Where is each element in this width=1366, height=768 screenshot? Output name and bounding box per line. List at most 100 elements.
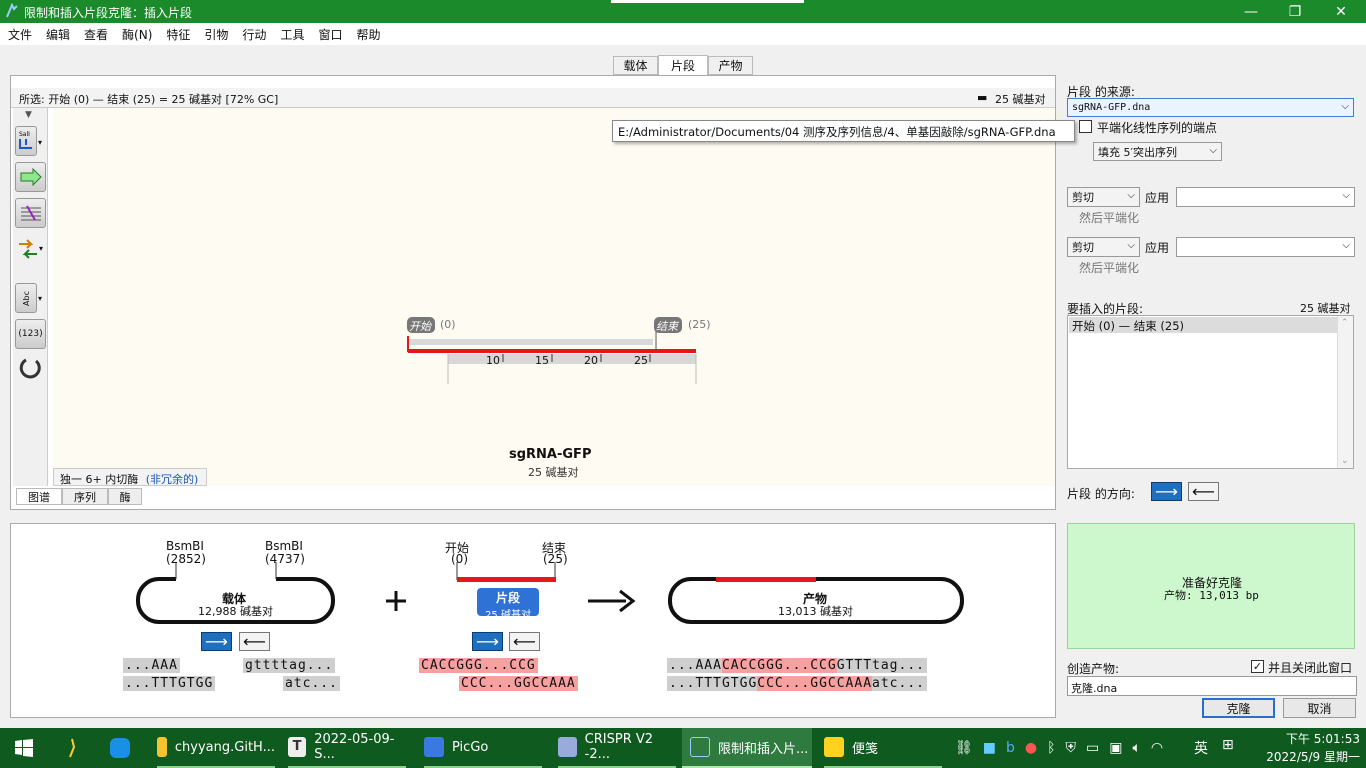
sequence-name: sgRNA-GFP — [509, 447, 592, 462]
enzyme-select-1[interactable]: ⌵ — [1176, 187, 1355, 207]
toolbar-collapse-icon[interactable]: ▼ — [25, 110, 32, 120]
taskbar-item-notes[interactable]: 便笺 — [824, 728, 942, 768]
tick-label: 25 — [634, 354, 648, 367]
menu-features[interactable]: 特征 — [160, 26, 196, 43]
security-icon[interactable]: ⛨ — [1066, 740, 1077, 756]
snapgene-icon — [690, 737, 710, 757]
enzyme-dropdown-icon[interactable]: ▾ — [38, 138, 42, 147]
list-item[interactable]: 开始 (0) — 结束 (25) — [1069, 317, 1337, 333]
ime-indicator[interactable]: 英 — [1194, 738, 1208, 758]
scroll-up-icon[interactable]: ⌃ — [1341, 318, 1349, 328]
length-icon: ▬ — [977, 91, 988, 104]
text-tool-button[interactable]: Abc — [15, 283, 37, 313]
volume-icon[interactable]: 🔈︎ — [1133, 740, 1141, 756]
battery-icon[interactable]: ▭ — [1086, 740, 1099, 756]
taskbar-item-cloning[interactable]: 限制和插入片... — [682, 728, 812, 768]
enzyme-tool-button[interactable]: SalI — [15, 126, 37, 156]
menu-file[interactable]: 文件 — [2, 26, 38, 43]
tick-label: 20 — [584, 354, 598, 367]
vector-seq-bottom-right: atc... — [283, 676, 340, 691]
cancel-button[interactable]: 取消 — [1283, 698, 1356, 718]
cut-select-2[interactable]: 剪切 ⌵ — [1067, 237, 1140, 257]
enzyme-set-selector[interactable]: 独一 6+ 内切酶 (非冗余的) — [53, 468, 207, 486]
browser-icon[interactable] — [110, 728, 138, 768]
feature-tool-button[interactable] — [15, 162, 46, 192]
map-canvas[interactable]: 开始 (0) 结束 (25) 10 15 20 25 sgRNA-GFP 25 … — [53, 108, 1055, 486]
forward-orientation-button[interactable]: ⟶ — [1151, 482, 1182, 501]
close-window-checkbox[interactable]: ✓ — [1251, 660, 1264, 673]
link-icon[interactable]: ⛓ — [955, 740, 973, 756]
primer-dropdown-icon[interactable]: ▾ — [39, 244, 43, 253]
vector-site2-pos: (4737) — [265, 552, 305, 566]
pinned-app-icon[interactable] — [62, 728, 82, 768]
feature-arrow-icon — [20, 168, 42, 186]
menu-actions[interactable]: 行动 — [236, 26, 272, 43]
start-button[interactable] — [15, 728, 33, 768]
fragment-seq-top: CACCGGG...CCG — [419, 658, 538, 673]
menu-bar: 文件 编辑 查看 酶(N) 特征 引物 行动 工具 窗口 帮助 — [0, 23, 1366, 45]
maximize-button[interactable]: ❐ — [1272, 0, 1318, 23]
list-scrollbar[interactable]: ⌃ ⌄ — [1337, 316, 1353, 468]
then-blunt-label-2: 然后平端化 — [1079, 261, 1140, 275]
cut-select-1[interactable]: 剪切 ⌵ — [1067, 187, 1140, 207]
fill-overhang-select[interactable]: 填充 5′突出序列 ⌵ — [1093, 142, 1222, 161]
tab-map[interactable]: 图谱 — [16, 488, 62, 505]
cloning-diagram: BsmBI (2852) BsmBI (4737) 载体 12,988 碱基对 … — [10, 523, 1056, 718]
display-icon[interactable]: ▣ — [1109, 740, 1122, 756]
fragment-forward-button[interactable]: ⟶ — [472, 632, 503, 651]
orf-lines-icon — [20, 205, 41, 221]
primer-tool-button[interactable] — [17, 238, 39, 263]
taskbar-item-typora[interactable]: T 2022-05-09-S... — [288, 728, 406, 768]
menu-enzymes[interactable]: 酶(N) — [116, 26, 158, 43]
tray-app-icon[interactable]: ■ — [983, 740, 996, 756]
taskbar-item-crispr[interactable]: CRISPR V2 -2... — [558, 728, 676, 768]
insert-fragment-length: 25 碱基对 — [1300, 302, 1351, 315]
minimize-button[interactable]: — — [1228, 0, 1274, 23]
insert-fragment-list[interactable]: 开始 (0) — 结束 (25) ⌃ ⌄ — [1067, 315, 1354, 469]
menu-tools[interactable]: 工具 — [274, 26, 310, 43]
orf-tool-button[interactable] — [15, 198, 46, 228]
scroll-down-icon[interactable]: ⌄ — [1341, 456, 1349, 466]
reverse-orientation-button[interactable]: ⟵ — [1188, 482, 1219, 501]
blunt-ends-label: 平端化线性序列的端点 — [1097, 121, 1218, 135]
start-marker: 开始 — [409, 320, 431, 333]
circular-view-icon[interactable] — [18, 356, 42, 383]
tab-enzymes[interactable]: 酶 — [108, 488, 142, 505]
tab-sequence[interactable]: 序列 — [62, 488, 108, 505]
clock[interactable]: 下午 5:01:53 2022/5/9 星期一 — [1254, 730, 1360, 766]
enzyme-select-2[interactable]: ⌵ — [1176, 237, 1355, 257]
vector-reverse-button[interactable]: ⟵ — [239, 632, 270, 651]
taskbar-item-explorer[interactable]: chyyang.GitH... — [157, 728, 275, 768]
end-position: (25) — [688, 318, 711, 331]
fragment-box: 片段 25 碱基对 — [477, 588, 539, 621]
fragment-end-pos: (25) — [543, 552, 568, 566]
keyboard-icon[interactable]: ⊞ — [1222, 737, 1234, 753]
tab-vector[interactable]: 载体 — [613, 56, 658, 75]
source-path-tooltip: E:/Administrator/Documents/04 测序及序列信息/4、… — [612, 120, 1075, 142]
taskbar-item-picgo[interactable]: PicGo — [424, 728, 542, 768]
tab-fragment[interactable]: 片段 — [658, 55, 708, 75]
bluetooth-icon[interactable]: ᛒ — [1047, 740, 1055, 756]
chevron-down-icon: ⌵ — [1127, 240, 1135, 251]
close-button[interactable]: ✕ — [1318, 0, 1364, 23]
tab-product[interactable]: 产物 — [708, 56, 753, 75]
arrow-right-icon: ⟶ — [1155, 482, 1178, 501]
menu-view[interactable]: 查看 — [78, 26, 114, 43]
blunt-ends-checkbox[interactable] — [1079, 120, 1092, 133]
clone-button[interactable]: 克隆 — [1202, 698, 1275, 718]
taskbar: chyyang.GitH... T 2022-05-09-S... PicGo C… — [0, 728, 1366, 768]
product-name-input[interactable]: 克隆.dna — [1067, 676, 1357, 696]
menu-window[interactable]: 窗口 — [312, 26, 348, 43]
menu-primers[interactable]: 引物 — [198, 26, 234, 43]
text-dropdown-icon[interactable]: ▾ — [38, 294, 42, 303]
fragment-reverse-button[interactable]: ⟵ — [509, 632, 540, 651]
fragment-red-line — [408, 349, 696, 353]
wifi-icon[interactable]: ◠ — [1151, 740, 1163, 756]
number-tool-button[interactable]: (123) — [15, 319, 46, 349]
vector-forward-button[interactable]: ⟶ — [201, 632, 232, 651]
tray-red-icon[interactable]: ● — [1025, 740, 1037, 756]
menu-help[interactable]: 帮助 — [350, 26, 386, 43]
menu-edit[interactable]: 编辑 — [40, 26, 76, 43]
source-file-select[interactable]: sgRNA-GFP.dna ⌵ — [1067, 98, 1354, 117]
bing-icon[interactable]: b — [1006, 740, 1015, 756]
